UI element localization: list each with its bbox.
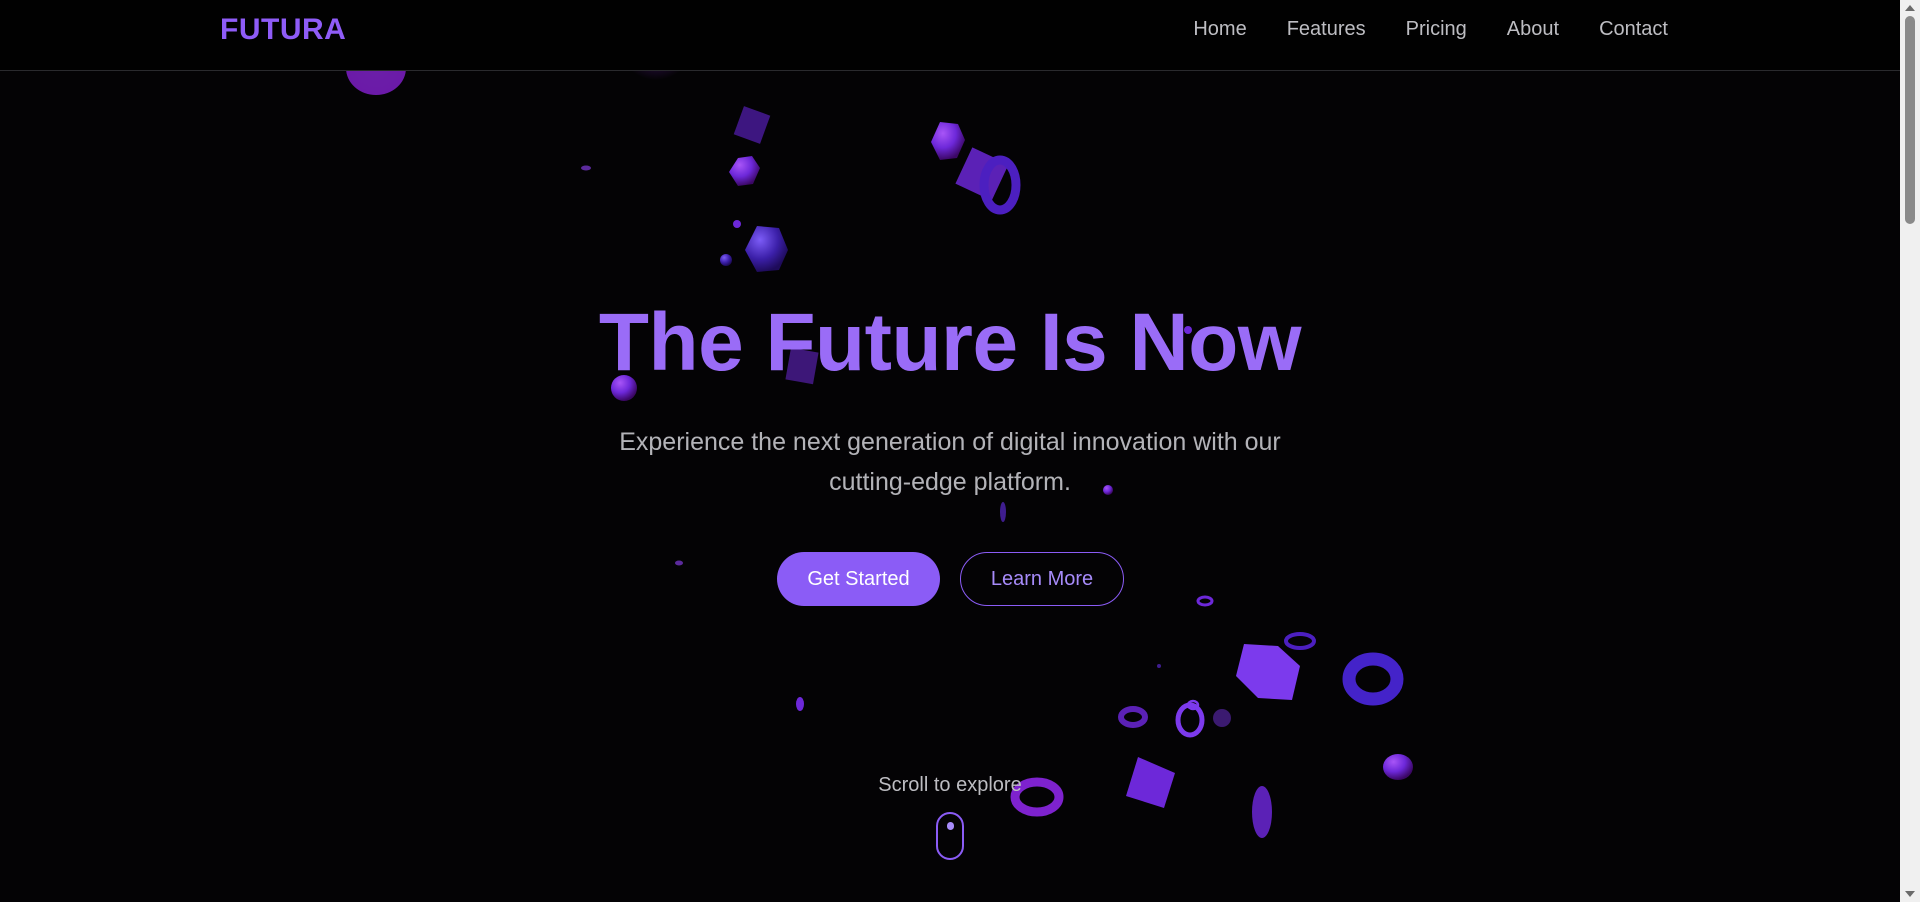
get-started-button[interactable]: Get Started (777, 552, 940, 606)
nav-link-pricing[interactable]: Pricing (1406, 18, 1467, 41)
navbar: FUTURA Home Features Pricing About Conta… (0, 0, 1900, 71)
mouse-scroll-icon[interactable] (936, 812, 964, 860)
scroll-hint: Scroll to explore (878, 774, 1022, 796)
logo[interactable]: FUTURA (220, 13, 346, 47)
nav-link-contact[interactable]: Contact (1599, 18, 1668, 41)
scroll-up-arrow-icon[interactable] (1905, 5, 1915, 11)
hero-subtitle: Experience the next generation of digita… (619, 428, 1281, 496)
mouse-wheel-indicator (947, 822, 954, 830)
page-scrollbar[interactable] (1900, 0, 1920, 902)
nav-link-about[interactable]: About (1507, 18, 1559, 41)
hero-title: The Future Is Now (598, 297, 1302, 388)
nav-link-home[interactable]: Home (1193, 18, 1246, 41)
nav-link-features[interactable]: Features (1287, 18, 1366, 41)
nav-links: Home Features Pricing About Contact (1193, 18, 1668, 41)
learn-more-button[interactable]: Learn More (960, 552, 1124, 606)
hero-section: The Future Is Now Experience the next ge… (0, 0, 1900, 902)
scroll-down-arrow-icon[interactable] (1905, 891, 1915, 897)
scrollbar-thumb[interactable] (1905, 16, 1915, 224)
